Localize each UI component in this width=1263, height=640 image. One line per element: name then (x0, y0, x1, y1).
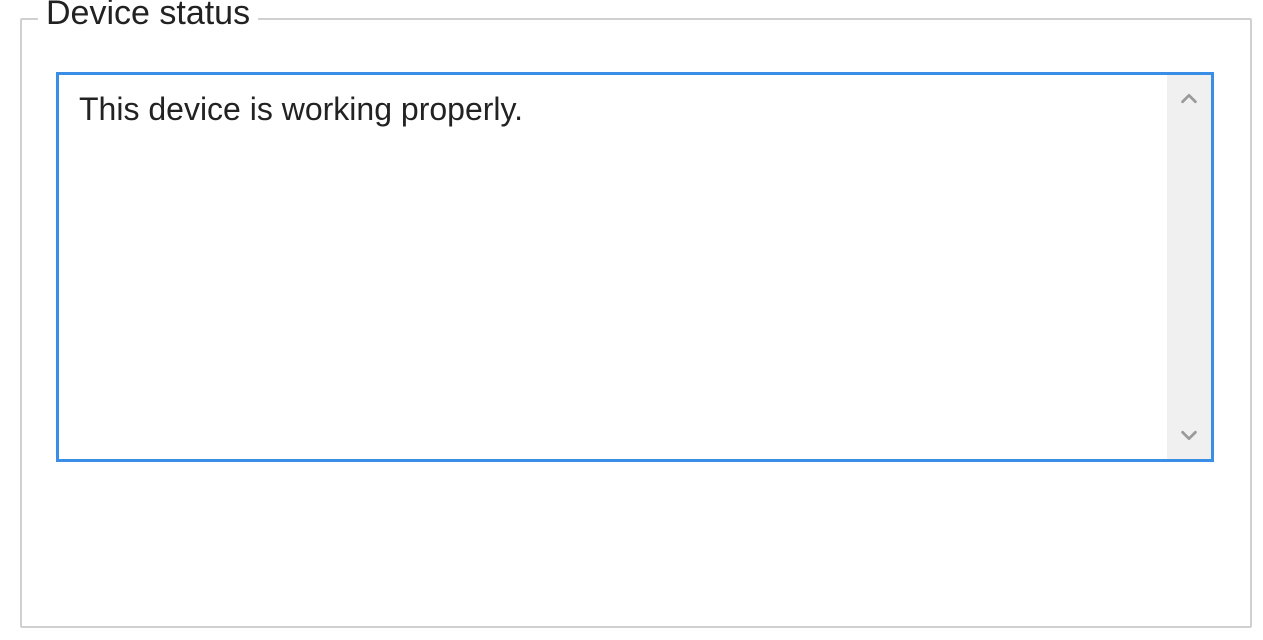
chevron-down-icon (1178, 424, 1200, 446)
chevron-up-icon (1178, 88, 1200, 110)
device-status-group: Device status This device is working pro… (20, 18, 1252, 628)
group-legend: Device status (38, 0, 258, 30)
scroll-down-button[interactable] (1171, 417, 1207, 453)
device-status-text: This device is working properly. (59, 75, 1167, 459)
scroll-up-button[interactable] (1171, 81, 1207, 117)
vertical-scrollbar[interactable] (1167, 75, 1211, 459)
device-status-textbox[interactable]: This device is working properly. (56, 72, 1214, 462)
